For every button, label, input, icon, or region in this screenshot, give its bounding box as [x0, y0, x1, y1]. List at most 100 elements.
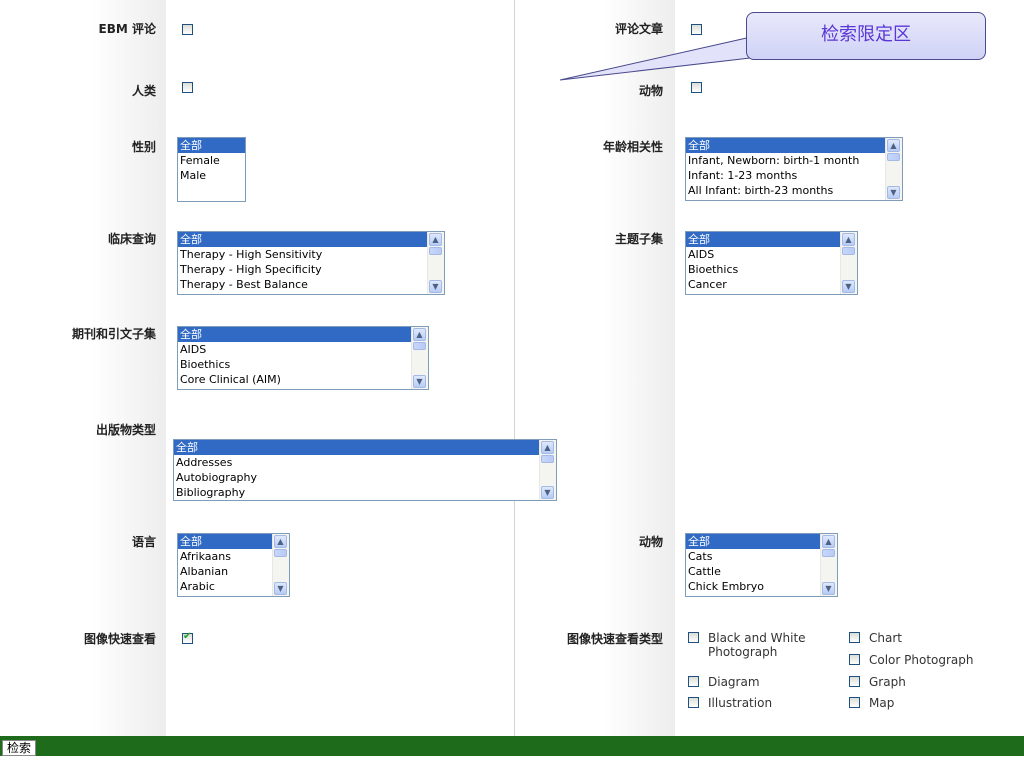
right-label-column [515, 0, 675, 736]
scroll-up-icon[interactable]: ▲ [887, 139, 900, 152]
list-option[interactable]: AIDS [686, 247, 857, 262]
diagram-checkbox[interactable] [688, 676, 699, 687]
scroll-up-icon[interactable]: ▲ [842, 233, 855, 246]
list-option[interactable]: Cattle [686, 564, 837, 579]
bottom-bar [0, 736, 1024, 756]
list-option[interactable]: Cancer [686, 277, 857, 292]
color-photograph-checkbox[interactable] [849, 654, 860, 665]
illustration-checkbox[interactable] [688, 697, 699, 708]
listbox-scrollbar[interactable]: ▲ ▼ [820, 534, 837, 596]
list-option[interactable]: Chick Embryo [686, 579, 837, 594]
list-option[interactable]: Bibliography [174, 485, 556, 500]
listbox-scrollbar[interactable]: ▲ ▼ [885, 138, 902, 200]
list-option[interactable]: Infant, Newborn: birth-1 month [686, 153, 902, 168]
color-photograph-label: Color Photograph [869, 653, 974, 667]
list-option[interactable]: Infant: 1-23 months [686, 168, 902, 183]
list-option[interactable]: 全部 [178, 138, 245, 153]
list-option[interactable]: Therapy - High Sensitivity [178, 247, 444, 262]
bw-photograph-label-line1: Black and White [708, 631, 806, 645]
bw-photograph-label: Black and White Photograph [708, 631, 806, 659]
bw-photograph-checkbox[interactable] [688, 632, 699, 643]
language-label: 语言 [131, 535, 156, 549]
scroll-up-icon[interactable]: ▲ [413, 328, 426, 341]
clinical-query-label: 临床查询 [107, 232, 156, 246]
bw-photograph-label-line2: Photograph [708, 645, 778, 659]
scroll-thumb[interactable] [822, 549, 835, 557]
publication-type-listbox[interactable]: 全部 Addresses Autobiography Bibliography … [173, 439, 557, 501]
scroll-down-icon[interactable]: ▼ [541, 486, 554, 499]
list-option[interactable]: 全部 [178, 327, 411, 342]
column-divider [514, 0, 515, 736]
scroll-down-icon[interactable]: ▼ [822, 582, 835, 595]
chart-checkbox[interactable] [849, 632, 860, 643]
list-option[interactable]: Male [178, 168, 245, 183]
list-option[interactable]: Bioethics [686, 262, 857, 277]
illustration-label: Illustration [708, 696, 773, 710]
left-label-column [0, 0, 166, 736]
scroll-down-icon[interactable]: ▼ [413, 375, 426, 388]
list-option[interactable]: Autobiography [174, 470, 556, 485]
age-listbox[interactable]: 全部 Infant, Newborn: birth-1 month Infant… [685, 137, 903, 201]
map-checkbox[interactable] [849, 697, 860, 708]
list-option[interactable]: Addresses [174, 455, 556, 470]
scroll-thumb[interactable] [274, 549, 287, 557]
animal-listbox[interactable]: 全部 Cats Cattle Chick Embryo ▲ ▼ [685, 533, 838, 597]
list-option[interactable]: 全部 [174, 440, 539, 455]
scroll-up-icon[interactable]: ▲ [274, 535, 287, 548]
list-option[interactable]: 全部 [686, 534, 820, 549]
gender-label: 性别 [131, 140, 156, 154]
scroll-down-icon[interactable]: ▼ [429, 280, 442, 293]
list-option[interactable]: 全部 [178, 232, 427, 247]
listbox-scrollbar[interactable]: ▲ ▼ [840, 232, 857, 294]
list-option[interactable]: Therapy - Best Balance [178, 277, 444, 292]
scroll-down-icon[interactable]: ▼ [274, 582, 287, 595]
subject-subset-listbox[interactable]: 全部 AIDS Bioethics Cancer ▲ ▼ [685, 231, 858, 295]
listbox-scrollbar[interactable]: ▲ ▼ [539, 440, 556, 500]
humans-checkbox[interactable] [182, 82, 193, 93]
list-option[interactable]: Bioethics [178, 357, 428, 372]
humans-label: 人类 [131, 84, 156, 98]
listbox-scrollbar[interactable]: ▲ ▼ [272, 534, 289, 596]
map-label: Map [869, 696, 895, 710]
scroll-thumb[interactable] [887, 153, 900, 161]
diagram-label: Diagram [708, 675, 760, 689]
scroll-down-icon[interactable]: ▼ [887, 186, 900, 199]
scroll-down-icon[interactable]: ▼ [842, 280, 855, 293]
image-quick-view-type-label: 图像快速查看类型 [566, 632, 663, 646]
list-option[interactable]: 全部 [178, 534, 272, 549]
list-option[interactable]: Therapy - High Specificity [178, 262, 444, 277]
subject-subset-label: 主题子集 [614, 232, 663, 246]
list-option[interactable]: All Infant: birth-23 months [686, 183, 902, 198]
ebm-review-label: EBM 评论 [98, 22, 156, 36]
list-option[interactable]: 全部 [686, 138, 885, 153]
image-quick-view-checkbox[interactable] [182, 631, 193, 644]
language-listbox[interactable]: 全部 Afrikaans Albanian Arabic ▲ ▼ [177, 533, 290, 597]
list-option[interactable]: Cats [686, 549, 837, 564]
scroll-thumb[interactable] [842, 247, 855, 255]
listbox-scrollbar[interactable]: ▲ ▼ [427, 232, 444, 294]
search-limits-callout: 检索限定区 [746, 12, 986, 60]
list-option[interactable]: Core Clinical (AIM) [178, 372, 428, 387]
animal-list-label: 动物 [638, 535, 663, 549]
scroll-thumb[interactable] [413, 342, 426, 350]
ebm-review-checkbox[interactable] [182, 24, 193, 35]
listbox-scrollbar[interactable]: ▲ ▼ [411, 327, 428, 389]
age-label: 年龄相关性 [602, 140, 663, 154]
publication-type-label: 出版物类型 [95, 423, 156, 437]
clinical-query-listbox[interactable]: 全部 Therapy - High Sensitivity Therapy - … [177, 231, 445, 295]
gender-listbox[interactable]: 全部 Female Male [177, 137, 246, 202]
scroll-thumb[interactable] [541, 455, 554, 463]
list-option[interactable]: AIDS [178, 342, 428, 357]
search-button[interactable]: 检索 [2, 740, 37, 756]
list-option[interactable]: 全部 [686, 232, 840, 247]
chart-label: Chart [869, 631, 902, 645]
graph-label: Graph [869, 675, 906, 689]
graph-checkbox[interactable] [849, 676, 860, 687]
journal-subset-label: 期刊和引文子集 [71, 327, 156, 341]
list-option[interactable]: Female [178, 153, 245, 168]
scroll-thumb[interactable] [429, 247, 442, 255]
journal-subset-listbox[interactable]: 全部 AIDS Bioethics Core Clinical (AIM) ▲ … [177, 326, 429, 390]
scroll-up-icon[interactable]: ▲ [541, 441, 554, 454]
scroll-up-icon[interactable]: ▲ [822, 535, 835, 548]
scroll-up-icon[interactable]: ▲ [429, 233, 442, 246]
